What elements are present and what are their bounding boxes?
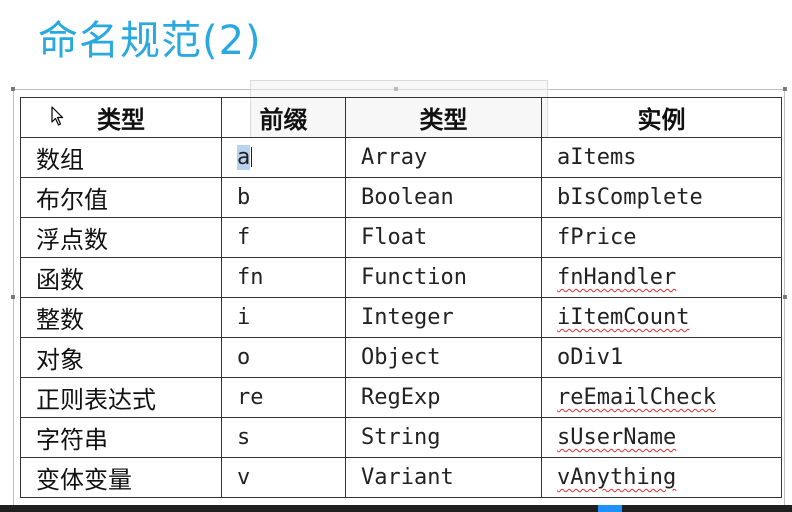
cell-type[interactable]: Object [345,337,542,378]
naming-convention-table: 类型 前缀 类型 实例 数组 a Array aItems 布尔值 b Bool… [20,97,782,498]
cell-type-zh[interactable]: 数组 [20,137,222,178]
resize-handle-top-right[interactable] [783,87,787,91]
header-prefix[interactable]: 前缀 [221,97,346,138]
text-caret [251,147,253,167]
cell-type-zh[interactable]: 整数 [20,297,222,338]
table-row: 函数 fn Function fnHandler [20,257,782,298]
cell-type-zh[interactable]: 字符串 [20,417,222,458]
cell-prefix[interactable]: v [221,457,346,498]
table-row: 浮点数 f Float fPrice [20,217,782,258]
cell-prefix[interactable]: re [221,377,346,418]
cell-example[interactable]: aItems [541,137,782,178]
table-row: 数组 a Array aItems [20,137,782,178]
table-row: 正则表达式 re RegExp reEmailCheck [20,377,782,418]
spellcheck-underlined-text[interactable]: sUserName [557,425,676,450]
cell-example[interactable]: bIsComplete [541,177,782,218]
resize-handle-top-left[interactable] [11,87,15,91]
taskbar-accent [598,505,622,512]
cell-prefix[interactable]: b [221,177,346,218]
cell-type-zh[interactable]: 正则表达式 [20,377,222,418]
cell-prefix[interactable]: o [221,337,346,378]
cell-type[interactable]: Boolean [345,177,542,218]
table-row: 整数 i Integer iItemCount [20,297,782,338]
cell-example[interactable]: oDiv1 [541,337,782,378]
cell-example[interactable]: vAnything [541,457,782,498]
table-header-row: 类型 前缀 类型 实例 [20,97,782,138]
table-row: 对象 o Object oDiv1 [20,337,782,378]
cell-type[interactable]: RegExp [345,377,542,418]
cell-type-zh[interactable]: 函数 [20,257,222,298]
table-row: 字符串 s String sUserName [20,417,782,458]
spellcheck-underlined-text[interactable]: fnHandler [557,265,676,290]
header-example[interactable]: 实例 [541,97,782,138]
mouse-pointer-icon [51,106,64,126]
cell-type[interactable]: String [345,417,542,458]
spellcheck-underlined-text[interactable]: iItemCount [557,305,689,330]
resize-handle-left[interactable] [11,295,15,299]
cell-prefix[interactable]: a [221,137,346,178]
table-row: 变体变量 v Variant vAnything [20,457,782,498]
spellcheck-underlined-text[interactable]: reEmailCheck [557,385,716,410]
resize-handle-right[interactable] [783,295,787,299]
cell-example[interactable]: reEmailCheck [541,377,782,418]
cell-prefix[interactable]: s [221,417,346,458]
spellcheck-underlined-text[interactable]: vAnything [557,465,676,490]
cell-example[interactable]: iItemCount [541,297,782,338]
cell-prefix[interactable]: fn [221,257,346,298]
cell-type-zh[interactable]: 对象 [20,337,222,378]
cell-type[interactable]: Variant [345,457,542,498]
cell-example[interactable]: fPrice [541,217,782,258]
cell-example[interactable]: fnHandler [541,257,782,298]
cell-type-zh[interactable]: 变体变量 [20,457,222,498]
cell-prefix[interactable]: f [221,217,346,258]
header-type[interactable]: 类型 [345,97,542,138]
cell-type-zh[interactable]: 浮点数 [20,217,222,258]
slide-title: 命名规范(2) [38,18,262,64]
cell-prefix[interactable]: i [221,297,346,338]
cell-type[interactable]: Function [345,257,542,298]
table-row: 布尔值 b Boolean bIsComplete [20,177,782,218]
selected-text[interactable]: a [237,145,251,170]
cell-type[interactable]: Array [345,137,542,178]
taskbar-strip [0,505,792,512]
cell-type[interactable]: Integer [345,297,542,338]
cell-type-zh[interactable]: 布尔值 [20,177,222,218]
cell-example[interactable]: sUserName [541,417,782,458]
cell-type[interactable]: Float [345,217,542,258]
